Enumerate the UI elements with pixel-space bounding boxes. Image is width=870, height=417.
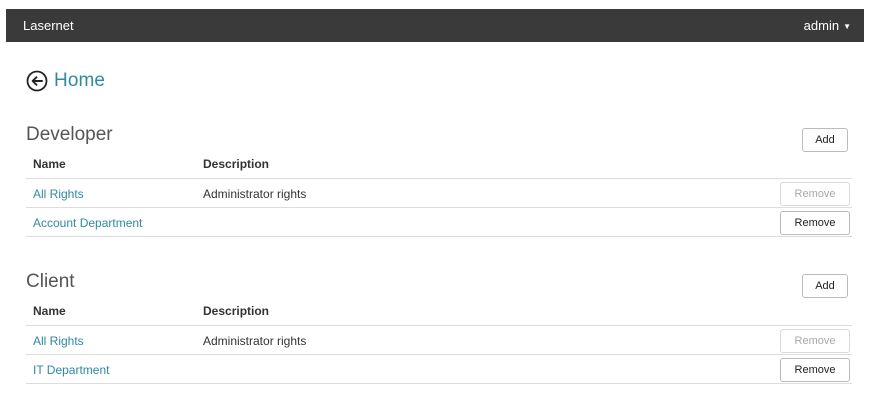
home-link-label: Home (54, 70, 106, 91)
table-row: All Rights Administrator rights Remove (26, 326, 852, 355)
add-button[interactable]: Add (802, 128, 848, 152)
user-menu-label: admin (803, 18, 840, 33)
row-name-link[interactable]: All Rights (33, 187, 84, 201)
table-header: Name Description (26, 301, 852, 326)
section-client: Client Add Name Description All Rights A… (26, 271, 852, 391)
row-name-link[interactable]: IT Department (33, 363, 109, 377)
user-menu[interactable]: admin ▼ (804, 18, 851, 33)
remove-button[interactable]: Remove (780, 358, 850, 382)
table: Name Description All Rights Administrato… (26, 301, 852, 384)
app-brand[interactable]: Lasernet (23, 18, 74, 33)
caret-down-icon: ▼ (843, 21, 851, 31)
table-row: Account Department Remove (26, 208, 852, 237)
row-description: Administrator rights (203, 334, 307, 348)
table: Name Description All Rights Administrato… (26, 154, 852, 237)
row-description: Administrator rights (203, 187, 307, 201)
remove-button: Remove (780, 182, 850, 206)
arrow-left-circle-icon (26, 70, 48, 92)
column-header-name: Name (33, 157, 66, 171)
remove-button: Remove (780, 329, 850, 353)
table-row: All Rights Administrator rights Remove (26, 179, 852, 208)
top-navbar: Lasernet admin ▼ (6, 9, 864, 42)
section-developer: Developer Add Name Description All Right… (26, 124, 852, 244)
column-header-description: Description (203, 304, 270, 318)
section-title: Developer (26, 124, 113, 145)
add-button[interactable]: Add (802, 274, 848, 298)
column-header-description: Description (203, 157, 270, 171)
row-name-link[interactable]: All Rights (33, 334, 84, 348)
table-header: Name Description (26, 154, 852, 179)
remove-button[interactable]: Remove (780, 211, 850, 235)
home-link[interactable]: Home (26, 70, 105, 92)
table-row: IT Department Remove (26, 355, 852, 384)
section-title: Client (26, 271, 75, 292)
row-name-link[interactable]: Account Department (33, 216, 142, 230)
column-header-name: Name (33, 304, 66, 318)
